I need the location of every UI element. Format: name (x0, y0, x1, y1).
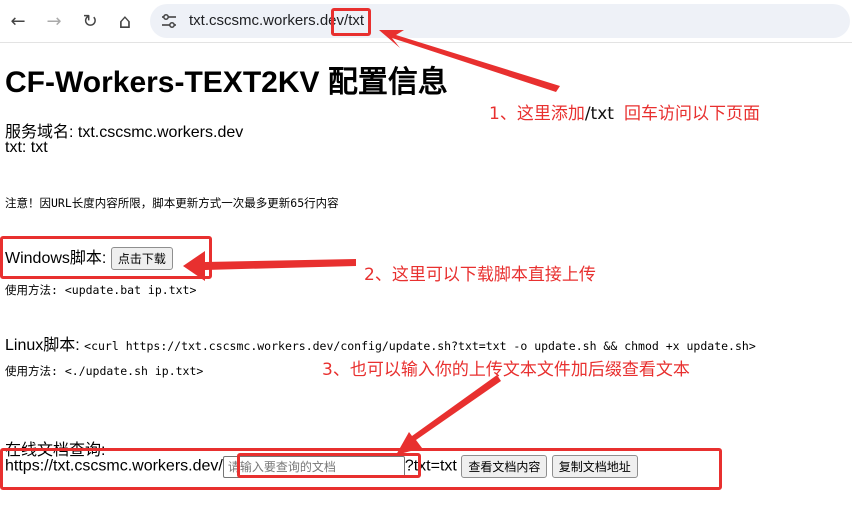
annotation-step1-part3: 回车访问以下页面 (623, 104, 760, 124)
annotation-step1: 1、这里添加/txt 回车访问以下页面 (489, 99, 760, 124)
arrow-step1 (379, 30, 560, 92)
annotation-step1-part1: 1、这里添加 (489, 104, 585, 124)
arrow-step3 (396, 375, 501, 455)
annotation-step1-part2: /txt (584, 104, 614, 124)
annotation-step3: 3、也可以输入你的上传文本文件加后缀查看文本 (322, 360, 690, 380)
arrow-step2 (183, 251, 356, 281)
annotation-step2: 2、这里可以下载脚本直接上传 (364, 265, 596, 285)
